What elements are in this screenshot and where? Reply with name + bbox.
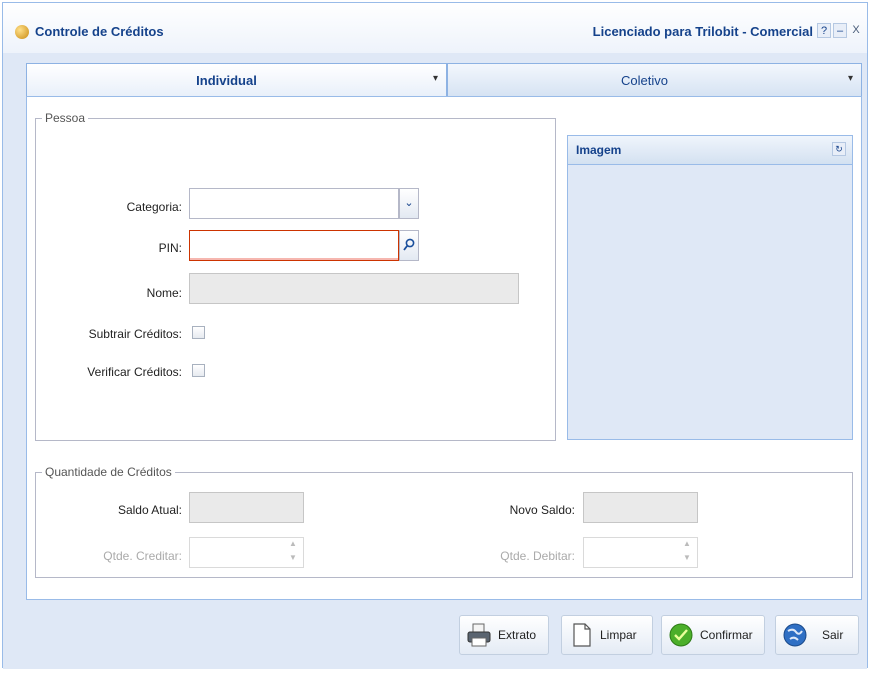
tab-individual-arrow-icon[interactable]: ▾ [433,73,438,84]
chevron-down-icon[interactable]: ⌄ [399,188,419,219]
credit-control-window: Controle de Créditos Licenciado para Tri… [2,2,868,669]
imagem-title: Imagem [576,143,622,157]
qtde-creditar-label: Qtde. Creditar: [103,549,182,563]
confirmar-button[interactable]: Confirmar [661,615,765,655]
subtrair-creditos-checkbox[interactable] [192,326,205,339]
extrato-label: Extrato [498,628,537,642]
quantidade-creditos-legend: Quantidade de Créditos [45,465,172,479]
subtrair-creditos-label: Subtrair Créditos: [88,327,182,341]
individual-panel: Pessoa Categoria: ⌄ PIN: Nome: Subtrair … [26,96,862,600]
sair-button[interactable]: Sair [775,615,859,655]
tab-strip: Individual ▾ Coletivo ▾ [26,63,862,97]
imagem-panel: Imagem ↻ [567,135,853,440]
verificar-creditos-label: Verificar Créditos: [87,365,182,379]
qtde-debitar-spinner-icon: ▲ ▼ [683,539,691,562]
extrato-button[interactable]: Extrato [459,615,549,655]
novo-saldo-label: Novo Saldo: [509,503,575,517]
tab-individual[interactable]: Individual ▾ [26,63,447,97]
coins-icon [15,25,29,39]
categoria-label: Categoria: [126,200,182,214]
confirmar-label: Confirmar [700,628,753,642]
sair-label: Sair [822,628,844,642]
close-icon[interactable]: X [849,23,863,38]
tab-coletivo-label: Coletivo [621,73,668,88]
saldo-atual-field [189,492,304,523]
minimize-icon[interactable]: – [833,23,847,38]
saldo-atual-label: Saldo Atual: [117,503,182,517]
qtde-debitar-label: Qtde. Debitar: [500,549,575,563]
green-check-icon [669,623,693,647]
printer-icon [467,623,491,647]
license-text: Licenciado para Trilobit - Comercial [592,24,813,39]
pin-label: PIN: [158,241,182,255]
imagem-panel-header: Imagem ↻ [568,136,852,165]
categoria-combo[interactable] [189,188,399,219]
pessoa-legend: Pessoa [45,111,86,125]
title-bar: Controle de Créditos Licenciado para Tri… [3,3,867,53]
limpar-label: Limpar [600,628,637,642]
search-icon[interactable] [399,230,419,261]
limpar-button[interactable]: Limpar [561,615,653,655]
tab-coletivo-arrow-icon[interactable]: ▾ [848,73,853,84]
tab-coletivo[interactable]: Coletivo ▾ [447,63,862,97]
tab-individual-label: Individual [196,73,257,88]
nome-field [189,273,519,304]
exit-globe-icon [783,623,807,647]
button-bar: Extrato Limpar Confirmar Sair [3,603,867,669]
nome-label: Nome: [146,286,182,300]
refresh-icon[interactable]: ↻ [832,142,846,156]
pin-input[interactable] [189,230,399,261]
qtde-creditar-spinner-icon: ▲ ▼ [289,539,297,562]
window-title: Controle de Créditos [35,24,164,39]
blank-page-icon [573,623,591,647]
verificar-creditos-checkbox[interactable] [192,364,205,377]
help-icon[interactable]: ? [817,23,831,38]
novo-saldo-field [583,492,698,523]
